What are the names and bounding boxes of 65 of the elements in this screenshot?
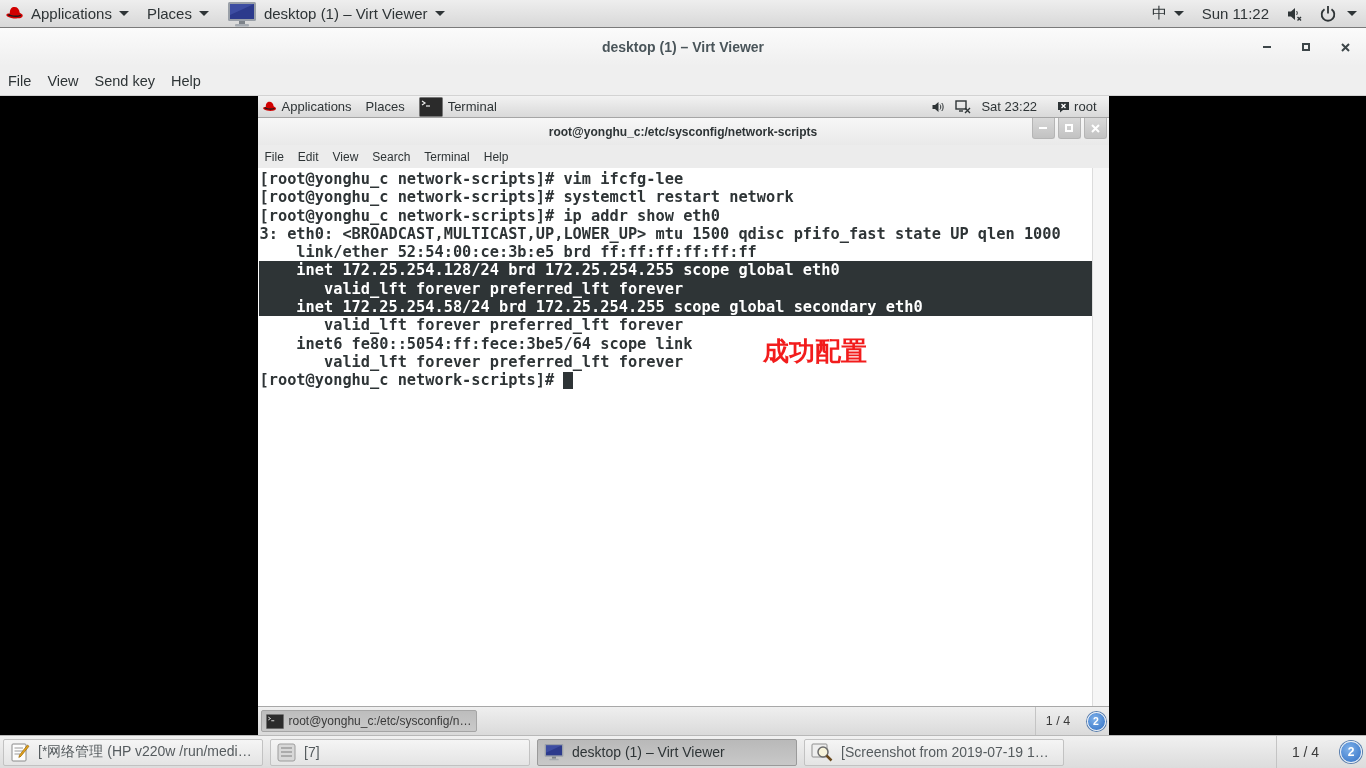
- terminal-line: inet6 fe80::5054:ff:fece:3be5/64 scope link: [296, 334, 693, 353]
- terminal-line: valid_lft forever preferred_lft forever: [323, 316, 684, 335]
- caret-icon: [118, 11, 129, 16]
- caret-icon: [1347, 11, 1357, 16]
- monitor-icon: [226, 0, 257, 27]
- terminal-line: valid_lft forever preferred_lft forever: [323, 352, 684, 372]
- hat-icon: [261, 100, 277, 113]
- window-title: desktop (1) – Virt Viewer: [601, 39, 765, 55]
- scrollbar-track[interactable]: [1091, 168, 1109, 706]
- speaker-icon: [932, 100, 946, 113]
- terminal-line: [root@yonghu_c network-scripts]# ip addr show eth0: [259, 206, 720, 225]
- clock[interactable]: Sun 11:22: [1201, 5, 1269, 22]
- caret-icon: [198, 11, 209, 16]
- menu-item[interactable]: Help: [163, 72, 209, 89]
- network-icon: [955, 99, 972, 114]
- minimize-icon: [1263, 46, 1271, 48]
- terminal-line: inet 172.25.254.128/24 brd 172.25.254.255 scope global eth0: [296, 261, 840, 280]
- workspace-switcher[interactable]: 1 / 4: [1276, 736, 1334, 768]
- terminal-line: link/ether 52:54:00:ce:3b:e5 brd ff:ff:ff:ff:ff:ff: [296, 243, 757, 262]
- window-list-menu[interactable]: desktop (1) – Virt Viewer: [226, 0, 445, 27]
- user-menu[interactable]: root: [1057, 96, 1097, 117]
- window-title: root@yonghu_c:/etc/sysconfig/network-scripts: [548, 124, 818, 139]
- minimize-icon: [1039, 127, 1047, 129]
- task-button[interactable]: desktop (1) – Virt Viewer: [537, 738, 797, 766]
- input-method-menu[interactable]: 中: [1151, 0, 1184, 27]
- menu-item[interactable]: Help: [477, 149, 515, 164]
- close-icon: [1090, 123, 1100, 133]
- menu-item[interactable]: Terminal: [418, 149, 476, 164]
- task-button[interactable]: [Screenshot from 2019-07-19 1…: [804, 738, 1064, 766]
- menu-item[interactable]: File: [258, 149, 290, 164]
- terminal-line: [root@yonghu_c network-scripts]#: [259, 371, 555, 390]
- minimize-button[interactable]: [1031, 118, 1055, 139]
- caret-icon: [434, 11, 445, 16]
- annotation-text: 成功配置: [762, 336, 867, 366]
- terminal-line: [root@yonghu_c network-scripts]# vim ifcfg-lee: [259, 170, 684, 189]
- volume-muted-icon: [1287, 5, 1302, 22]
- monitor-icon: [544, 743, 564, 761]
- menu-item[interactable]: Edit: [291, 149, 325, 164]
- caret-icon: [1173, 11, 1184, 16]
- menu-item[interactable]: File: [0, 72, 40, 89]
- applications-menu[interactable]: Applications: [5, 0, 129, 27]
- notepad-icon: [10, 742, 30, 762]
- terminal-line: valid_lft forever preferred_lft forever: [323, 279, 684, 299]
- clock[interactable]: Sat 23:22: [981, 99, 1038, 114]
- power-icon: [1320, 5, 1336, 22]
- task-button[interactable]: root@yonghu_c:/etc/sysconfig/n…: [260, 710, 477, 732]
- magnifier-icon: [811, 742, 833, 762]
- terminal-line: [root@yonghu_c network-scripts]# systemctl restart network: [259, 188, 794, 207]
- menu-item[interactable]: View: [326, 149, 365, 164]
- maximize-icon: [1302, 43, 1310, 51]
- applications-menu[interactable]: Applications: [261, 96, 352, 117]
- window-list-menu[interactable]: Terminal: [418, 96, 497, 117]
- places-menu[interactable]: Places: [146, 0, 209, 27]
- terminal-icon: [265, 713, 284, 729]
- places-menu[interactable]: Places: [365, 96, 405, 117]
- task-button[interactable]: [7]: [270, 738, 530, 766]
- menu-item[interactable]: Search: [366, 149, 417, 164]
- menu-item[interactable]: Send key: [86, 72, 163, 89]
- terminal-line: 3: eth0: <BROADCAST,MULTICAST,UP,LOWER_UP> mtu 1500 qdisc pfifo_fast state UP qlen 1000: [259, 224, 1061, 244]
- maximize-icon: [1065, 124, 1073, 132]
- menu-item[interactable]: View: [39, 72, 87, 89]
- task-button[interactable]: [*网络管理 (HP v220w /run/medi…: [3, 738, 263, 766]
- window-icon: [277, 742, 296, 762]
- terminal-line: inet 172.25.254.58/24 brd 172.25.254.255 scope global secondary eth0: [296, 298, 923, 317]
- close-icon: [1340, 42, 1350, 52]
